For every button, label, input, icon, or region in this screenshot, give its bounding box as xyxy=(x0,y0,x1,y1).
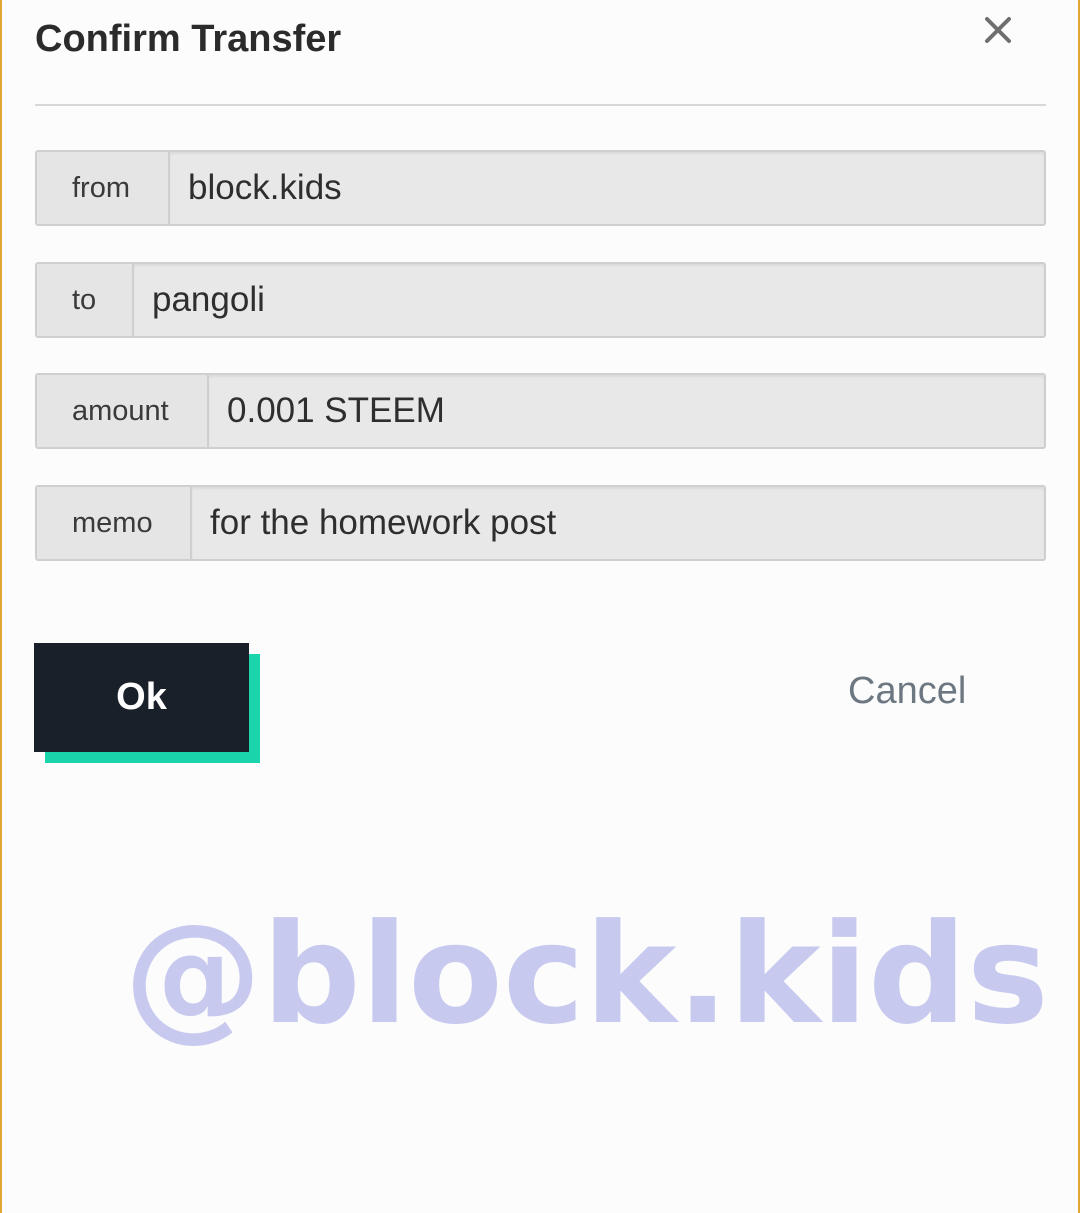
to-field: to pangoli xyxy=(35,262,1046,338)
memo-field: memo for the homework post xyxy=(35,485,1046,561)
from-label: from xyxy=(37,152,170,224)
memo-value[interactable]: for the homework post xyxy=(192,487,1044,559)
to-value[interactable]: pangoli xyxy=(134,264,1044,336)
from-field: from block.kids xyxy=(35,150,1046,226)
close-button[interactable] xyxy=(975,8,1021,54)
from-value[interactable]: block.kids xyxy=(170,152,1044,224)
ok-button[interactable]: Ok xyxy=(34,643,249,752)
cancel-button[interactable]: Cancel xyxy=(848,665,966,717)
dialog-title: Confirm Transfer xyxy=(35,18,342,60)
memo-label: memo xyxy=(37,487,192,559)
to-label: to xyxy=(37,264,134,336)
title-divider xyxy=(35,104,1046,106)
amount-field: amount 0.001 STEEM xyxy=(35,373,1046,449)
watermark-text: @block.kids xyxy=(124,894,1049,1055)
close-icon xyxy=(985,17,1011,43)
dialog-frame-left-edge xyxy=(0,0,2,1213)
amount-value[interactable]: 0.001 STEEM xyxy=(209,375,1044,447)
amount-label: amount xyxy=(37,375,209,447)
